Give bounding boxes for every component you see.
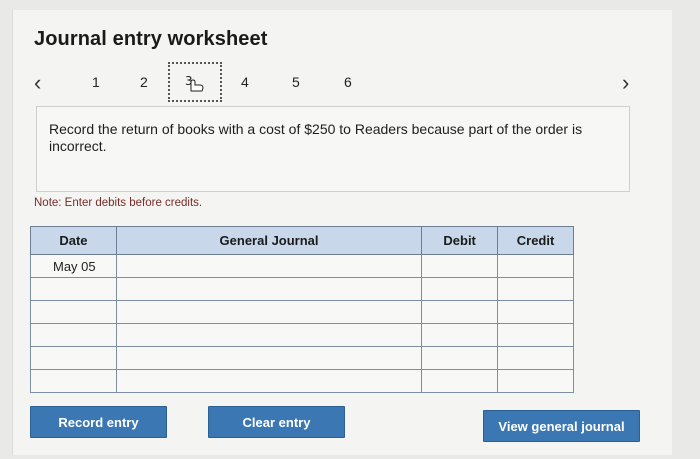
page-title: Journal entry worksheet bbox=[34, 28, 268, 50]
credit-input[interactable] bbox=[497, 254, 574, 278]
credit-input[interactable] bbox=[497, 369, 574, 393]
chevron-right-icon[interactable]: › bbox=[622, 72, 629, 94]
nav-page-4[interactable]: 4 bbox=[241, 74, 249, 90]
account-select[interactable] bbox=[115, 346, 423, 370]
debit-input[interactable] bbox=[421, 277, 499, 301]
table-row bbox=[30, 369, 574, 393]
record-entry-button[interactable]: Record entry bbox=[30, 406, 167, 438]
account-select[interactable] bbox=[115, 254, 423, 278]
account-select[interactable] bbox=[115, 277, 423, 301]
clear-entry-button[interactable]: Clear entry bbox=[208, 406, 345, 438]
nav-page-1[interactable]: 1 bbox=[92, 74, 100, 90]
note-text: Note: Enter debits before credits. bbox=[34, 197, 203, 209]
table-row bbox=[30, 346, 574, 370]
date-cell[interactable] bbox=[30, 300, 117, 324]
header-general-journal: General Journal bbox=[115, 226, 423, 255]
nav-page-3[interactable]: 3 bbox=[168, 62, 222, 102]
hand-pointer-icon: 3 bbox=[182, 71, 208, 93]
debit-input[interactable] bbox=[421, 346, 499, 370]
nav-page-5[interactable]: 5 bbox=[292, 74, 300, 90]
table-row bbox=[30, 277, 574, 301]
table-row bbox=[30, 323, 574, 347]
header-debit: Debit bbox=[421, 226, 499, 255]
header-date: Date bbox=[30, 226, 117, 255]
credit-input[interactable] bbox=[497, 300, 574, 324]
nav-page-6[interactable]: 6 bbox=[344, 74, 352, 90]
header-credit: Credit bbox=[497, 226, 574, 255]
date-cell[interactable] bbox=[30, 346, 117, 370]
account-select[interactable] bbox=[115, 369, 423, 393]
debit-input[interactable] bbox=[421, 300, 499, 324]
table-row: May 05 bbox=[30, 254, 574, 278]
date-cell[interactable] bbox=[30, 277, 117, 301]
credit-input[interactable] bbox=[497, 277, 574, 301]
debit-input[interactable] bbox=[421, 369, 499, 393]
debit-input[interactable] bbox=[421, 254, 499, 278]
transaction-prompt-text: Record the return of books with a cost o… bbox=[49, 121, 583, 154]
account-select[interactable] bbox=[115, 300, 423, 324]
transaction-prompt: Record the return of books with a cost o… bbox=[36, 106, 630, 192]
journal-header-row: Date General Journal Debit Credit bbox=[30, 226, 574, 255]
account-select[interactable] bbox=[115, 323, 423, 347]
table-row bbox=[30, 300, 574, 324]
date-cell[interactable] bbox=[30, 369, 117, 393]
date-cell[interactable] bbox=[30, 323, 117, 347]
nav-page-2[interactable]: 2 bbox=[140, 74, 148, 90]
journal-table: Date General Journal Debit Credit May 05 bbox=[30, 226, 574, 393]
credit-input[interactable] bbox=[497, 323, 574, 347]
view-general-journal-button[interactable]: View general journal bbox=[483, 410, 640, 442]
page-navigation: ‹ 1 2 3 4 5 6 › bbox=[30, 62, 650, 106]
chevron-left-icon[interactable]: ‹ bbox=[34, 72, 41, 94]
debit-input[interactable] bbox=[421, 323, 499, 347]
date-cell[interactable]: May 05 bbox=[30, 254, 117, 278]
credit-input[interactable] bbox=[497, 346, 574, 370]
